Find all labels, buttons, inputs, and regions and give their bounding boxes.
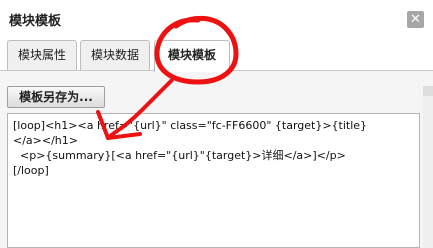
scroll-up-arrow[interactable]: [423, 86, 433, 96]
close-button[interactable]: ✕: [407, 11, 424, 28]
module-template-dialog: 模块模板 ✕ 模块属性 模块数据 模块模板 模板另存为... [loop]<h1…: [0, 0, 433, 248]
tab-module-properties[interactable]: 模块属性: [7, 40, 77, 70]
tab-label: 模块数据: [90, 48, 139, 62]
dialog-title: 模块模板: [9, 14, 62, 29]
tab-module-data[interactable]: 模块数据: [80, 40, 150, 70]
save-template-as-button[interactable]: 模板另存为...: [7, 86, 105, 108]
close-icon: ✕: [410, 12, 421, 27]
dialog-title-bar: 模块模板 ✕: [0, 0, 433, 38]
tab-label: 模块模板: [167, 48, 216, 62]
tab-label: 模块属性: [17, 48, 66, 62]
vertical-scrollbar[interactable]: [423, 86, 433, 248]
tab-module-template[interactable]: 模块模板: [154, 40, 230, 72]
template-code-editor[interactable]: [loop]<h1><a href="{url}" class="fc-FF66…: [7, 113, 420, 248]
